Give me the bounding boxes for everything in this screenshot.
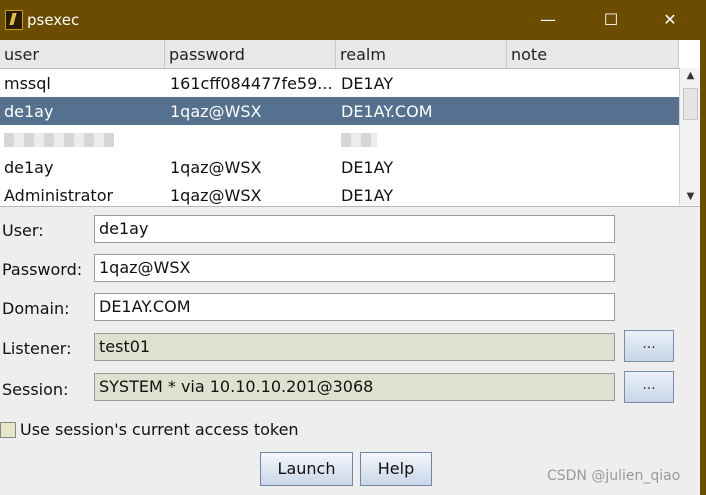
- cell-user: Administrator: [4, 186, 114, 205]
- window-title: psexec: [27, 11, 80, 29]
- maximize-button[interactable]: ☐: [591, 6, 631, 34]
- cell-realm-redacted: [337, 125, 507, 153]
- launch-button[interactable]: Launch: [260, 452, 353, 486]
- listener-field[interactable]: test01: [94, 333, 615, 361]
- cell-realm: DE1AY: [341, 158, 394, 177]
- table-row[interactable]: Administrator 1qaz@WSX DE1AY: [0, 181, 679, 206]
- cell-realm: DE1AY.COM: [341, 102, 433, 121]
- password-field[interactable]: 1qaz@WSX: [94, 254, 615, 282]
- session-browse-button[interactable]: ...: [624, 371, 674, 403]
- scroll-up-arrow-icon[interactable]: ▲: [680, 68, 700, 84]
- table-header: user password realm note: [0, 40, 679, 69]
- domain-field[interactable]: DE1AY.COM: [94, 293, 615, 321]
- table-row[interactable]: de1ay 1qaz@WSX DE1AY: [0, 153, 679, 181]
- cell-user: de1ay: [4, 102, 54, 121]
- cell-realm: DE1AY: [341, 74, 394, 93]
- column-header-realm[interactable]: realm: [336, 40, 507, 68]
- column-header-user[interactable]: user: [0, 40, 165, 68]
- scroll-thumb[interactable]: [683, 88, 698, 120]
- cell-user: mssql: [4, 74, 51, 93]
- app-icon: [5, 10, 23, 30]
- help-button[interactable]: Help: [360, 452, 432, 486]
- cell-note: [508, 153, 679, 181]
- access-token-label[interactable]: Use session's current access token: [20, 420, 299, 439]
- cell-password-redacted: [166, 125, 336, 153]
- cell-note: [508, 97, 679, 125]
- password-label: Password:: [2, 260, 83, 279]
- close-button[interactable]: ✕: [650, 6, 690, 34]
- cell-password: 1qaz@WSX: [170, 158, 262, 177]
- table-row[interactable]: mssql 161cff084477fe59... DE1AY: [0, 69, 679, 97]
- session-field[interactable]: SYSTEM * via 10.10.10.201@3068: [94, 373, 615, 401]
- cell-user: de1ay: [4, 158, 54, 177]
- listener-browse-button[interactable]: ...: [624, 330, 674, 362]
- user-field[interactable]: de1ay: [94, 215, 615, 243]
- cell-note: [508, 181, 679, 206]
- column-header-note[interactable]: note: [507, 40, 679, 68]
- column-header-password[interactable]: password: [165, 40, 336, 68]
- dialog-body: user password realm note mssql 161cff084…: [0, 40, 706, 495]
- credentials-table: user password realm note mssql 161cff084…: [0, 40, 700, 207]
- listener-label: Listener:: [2, 339, 72, 358]
- cell-user-redacted: [0, 125, 165, 153]
- cell-realm: DE1AY: [341, 186, 394, 205]
- cell-password: 161cff084477fe59...: [170, 74, 333, 93]
- table-row-redacted[interactable]: [0, 125, 679, 153]
- minimize-button[interactable]: —: [528, 6, 568, 34]
- table-row-selected[interactable]: de1ay 1qaz@WSX DE1AY.COM: [0, 97, 679, 125]
- domain-label: Domain:: [2, 299, 70, 318]
- session-label: Session:: [2, 380, 69, 399]
- title-bar: psexec — ☐ ✕: [0, 0, 706, 40]
- scroll-down-arrow-icon[interactable]: ▼: [680, 189, 700, 205]
- watermark: CSDN @julien_qiao: [547, 468, 681, 484]
- cell-password: 1qaz@WSX: [170, 186, 262, 205]
- cell-password: 1qaz@WSX: [170, 102, 262, 121]
- user-label: User:: [2, 221, 44, 240]
- cell-note: [508, 69, 679, 97]
- cell-note: [508, 125, 679, 153]
- table-scrollbar[interactable]: ▲ ▼: [679, 68, 700, 205]
- access-token-checkbox[interactable]: [0, 422, 16, 438]
